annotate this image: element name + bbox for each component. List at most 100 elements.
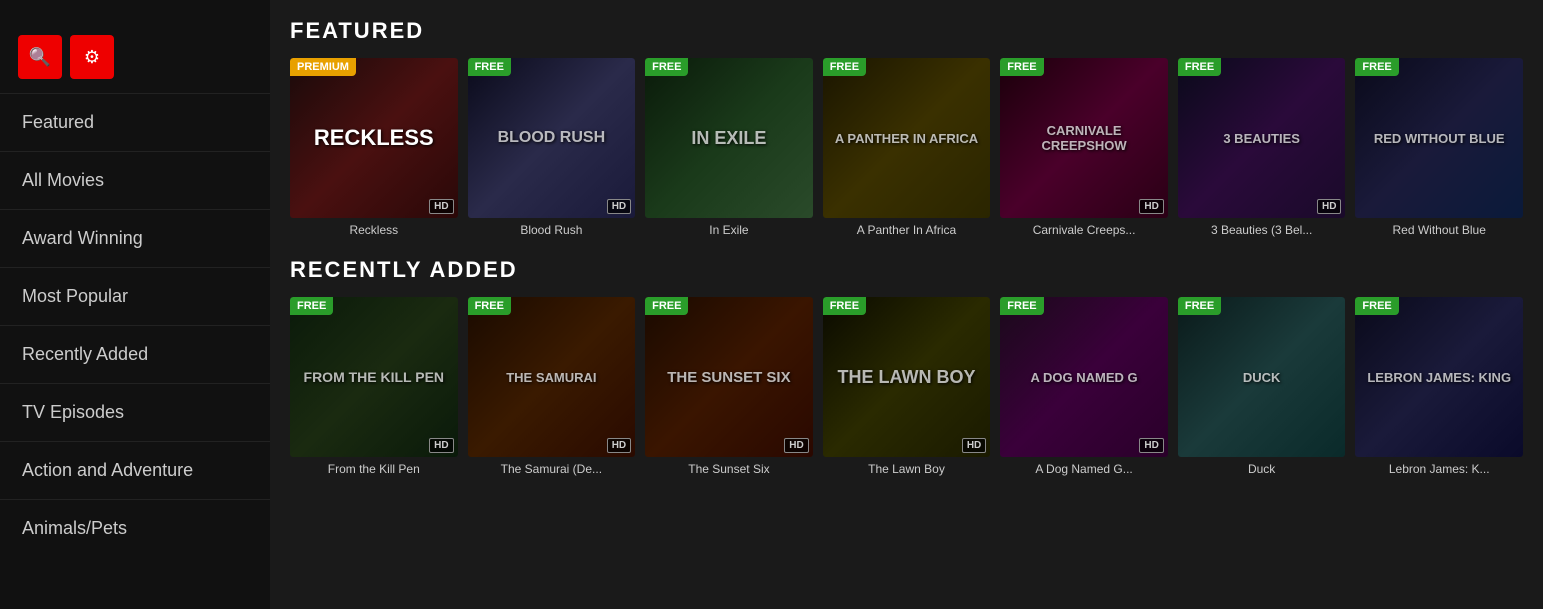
movie-thumb-lebron: FREELEBRON JAMES: KING: [1355, 297, 1523, 457]
movie-title-panther: A Panther In Africa: [823, 218, 991, 239]
sidebar-item-animals-pets[interactable]: Animals/Pets: [0, 499, 270, 557]
poster-text-beauties: 3 BEAUTIES: [1178, 58, 1346, 218]
movie-title-red-blue: Red Without Blue: [1355, 218, 1523, 239]
search-button[interactable]: 🔍: [18, 35, 62, 79]
hd-badge-carnivale: HD: [1139, 199, 1163, 214]
movie-card-lebron[interactable]: FREELEBRON JAMES: KINGLebron James: K...: [1355, 297, 1523, 478]
movie-thumb-blood-rush: FREEBLOOD RUSHHD: [468, 58, 636, 218]
movie-grid-recently-added: FREEFROM THE KILL PENHDFrom the Kill Pen…: [290, 297, 1523, 478]
nav-menu: FeaturedAll MoviesAward WinningMost Popu…: [0, 93, 270, 557]
movie-thumb-sunset: FREETHE SUNSET SIXHD: [645, 297, 813, 457]
badge-blood-rush: FREE: [468, 58, 511, 76]
movie-title-in-exile: In Exile: [645, 218, 813, 239]
sidebar-item-all-movies[interactable]: All Movies: [0, 151, 270, 209]
hd-badge-dog: HD: [1139, 438, 1163, 453]
hd-badge-sunset: HD: [784, 438, 808, 453]
movie-title-lawn-boy: The Lawn Boy: [823, 457, 991, 478]
hd-badge-kill-pen: HD: [429, 438, 453, 453]
poster-text-panther: A PANTHER IN AFRICA: [823, 58, 991, 218]
movie-card-lawn-boy[interactable]: FREETHE LAWN BOYHDThe Lawn Boy: [823, 297, 991, 478]
poster-text-dog: A DOG NAMED G: [1000, 297, 1168, 457]
movie-card-kill-pen[interactable]: FREEFROM THE KILL PENHDFrom the Kill Pen: [290, 297, 458, 478]
movie-thumb-carnivale: FREECARNIVALE CREEPSHOWHD: [1000, 58, 1168, 218]
movie-card-dog[interactable]: FREEA DOG NAMED GHDA Dog Named G...: [1000, 297, 1168, 478]
movie-thumb-lawn-boy: FREETHE LAWN BOYHD: [823, 297, 991, 457]
movie-title-dog: A Dog Named G...: [1000, 457, 1168, 478]
section-title-recently-added: RECENTLY ADDED: [290, 257, 1523, 283]
settings-icon: ⚙: [84, 47, 100, 68]
movie-title-sunset: The Sunset Six: [645, 457, 813, 478]
badge-beauties: FREE: [1178, 58, 1221, 76]
badge-panther: FREE: [823, 58, 866, 76]
hd-badge-lawn-boy: HD: [962, 438, 986, 453]
hd-badge-beauties: HD: [1317, 199, 1341, 214]
badge-kill-pen: FREE: [290, 297, 333, 315]
movie-card-red-blue[interactable]: FREERED WITHOUT BLUERed Without Blue: [1355, 58, 1523, 239]
movie-thumb-in-exile: FREEIN EXILE: [645, 58, 813, 218]
movie-card-panther[interactable]: FREEA PANTHER IN AFRICAA Panther In Afri…: [823, 58, 991, 239]
badge-lawn-boy: FREE: [823, 297, 866, 315]
movie-card-duck[interactable]: FREEDUCKDuck: [1178, 297, 1346, 478]
poster-text-kill-pen: FROM THE KILL PEN: [290, 297, 458, 457]
movie-title-samurai: The Samurai (De...: [468, 457, 636, 478]
movie-card-samurai[interactable]: FREETHE SAMURAIHDThe Samurai (De...: [468, 297, 636, 478]
movie-title-lebron: Lebron James: K...: [1355, 457, 1523, 478]
settings-button[interactable]: ⚙: [70, 35, 114, 79]
poster-text-red-blue: RED WITHOUT BLUE: [1355, 58, 1523, 218]
badge-duck: FREE: [1178, 297, 1221, 315]
movie-title-blood-rush: Blood Rush: [468, 218, 636, 239]
poster-text-carnivale: CARNIVALE CREEPSHOW: [1000, 58, 1168, 218]
movie-title-beauties: 3 Beauties (3 Bel...: [1178, 218, 1346, 239]
main-content: FEATUREDPREMIUMRECKLESSHDRecklessFREEBLO…: [270, 0, 1543, 609]
logo: [0, 0, 270, 29]
movie-thumb-dog: FREEA DOG NAMED GHD: [1000, 297, 1168, 457]
sidebar: 🔍 ⚙ FeaturedAll MoviesAward WinningMost …: [0, 0, 270, 609]
badge-red-blue: FREE: [1355, 58, 1398, 76]
badge-samurai: FREE: [468, 297, 511, 315]
search-icon: 🔍: [29, 47, 51, 68]
sidebar-item-featured[interactable]: Featured: [0, 93, 270, 151]
hd-badge-reckless: HD: [429, 199, 453, 214]
poster-text-in-exile: IN EXILE: [645, 58, 813, 218]
sidebar-item-most-popular[interactable]: Most Popular: [0, 267, 270, 325]
movie-thumb-beauties: FREE3 BEAUTIESHD: [1178, 58, 1346, 218]
movie-card-carnivale[interactable]: FREECARNIVALE CREEPSHOWHDCarnivale Creep…: [1000, 58, 1168, 239]
badge-in-exile: FREE: [645, 58, 688, 76]
poster-text-duck: DUCK: [1178, 297, 1346, 457]
sidebar-item-action-adventure[interactable]: Action and Adventure: [0, 441, 270, 499]
movie-title-carnivale: Carnivale Creeps...: [1000, 218, 1168, 239]
sidebar-item-tv-episodes[interactable]: TV Episodes: [0, 383, 270, 441]
movie-thumb-duck: FREEDUCK: [1178, 297, 1346, 457]
movie-card-sunset[interactable]: FREETHE SUNSET SIXHDThe Sunset Six: [645, 297, 813, 478]
poster-text-samurai: THE SAMURAI: [468, 297, 636, 457]
movie-thumb-red-blue: FREERED WITHOUT BLUE: [1355, 58, 1523, 218]
sidebar-item-award-winning[interactable]: Award Winning: [0, 209, 270, 267]
badge-reckless: PREMIUM: [290, 58, 356, 76]
movie-card-beauties[interactable]: FREE3 BEAUTIESHD3 Beauties (3 Bel...: [1178, 58, 1346, 239]
movie-title-duck: Duck: [1178, 457, 1346, 478]
poster-text-lebron: LEBRON JAMES: KING: [1355, 297, 1523, 457]
movie-title-kill-pen: From the Kill Pen: [290, 457, 458, 478]
poster-text-sunset: THE SUNSET SIX: [645, 297, 813, 457]
badge-lebron: FREE: [1355, 297, 1398, 315]
badge-carnivale: FREE: [1000, 58, 1043, 76]
movie-thumb-samurai: FREETHE SAMURAIHD: [468, 297, 636, 457]
hd-badge-blood-rush: HD: [607, 199, 631, 214]
poster-text-blood-rush: BLOOD RUSH: [468, 58, 636, 218]
movie-title-reckless: Reckless: [290, 218, 458, 239]
poster-text-lawn-boy: THE LAWN BOY: [823, 297, 991, 457]
poster-text-reckless: RECKLESS: [290, 58, 458, 218]
movie-grid-featured: PREMIUMRECKLESSHDRecklessFREEBLOOD RUSHH…: [290, 58, 1523, 239]
badge-dog: FREE: [1000, 297, 1043, 315]
section-title-featured: FEATURED: [290, 18, 1523, 44]
icon-bar: 🔍 ⚙: [0, 29, 270, 93]
movie-card-in-exile[interactable]: FREEIN EXILEIn Exile: [645, 58, 813, 239]
movie-thumb-panther: FREEA PANTHER IN AFRICA: [823, 58, 991, 218]
movie-thumb-reckless: PREMIUMRECKLESSHD: [290, 58, 458, 218]
hd-badge-samurai: HD: [607, 438, 631, 453]
movie-thumb-kill-pen: FREEFROM THE KILL PENHD: [290, 297, 458, 457]
movie-card-reckless[interactable]: PREMIUMRECKLESSHDReckless: [290, 58, 458, 239]
sidebar-item-recently-added[interactable]: Recently Added: [0, 325, 270, 383]
movie-card-blood-rush[interactable]: FREEBLOOD RUSHHDBlood Rush: [468, 58, 636, 239]
badge-sunset: FREE: [645, 297, 688, 315]
